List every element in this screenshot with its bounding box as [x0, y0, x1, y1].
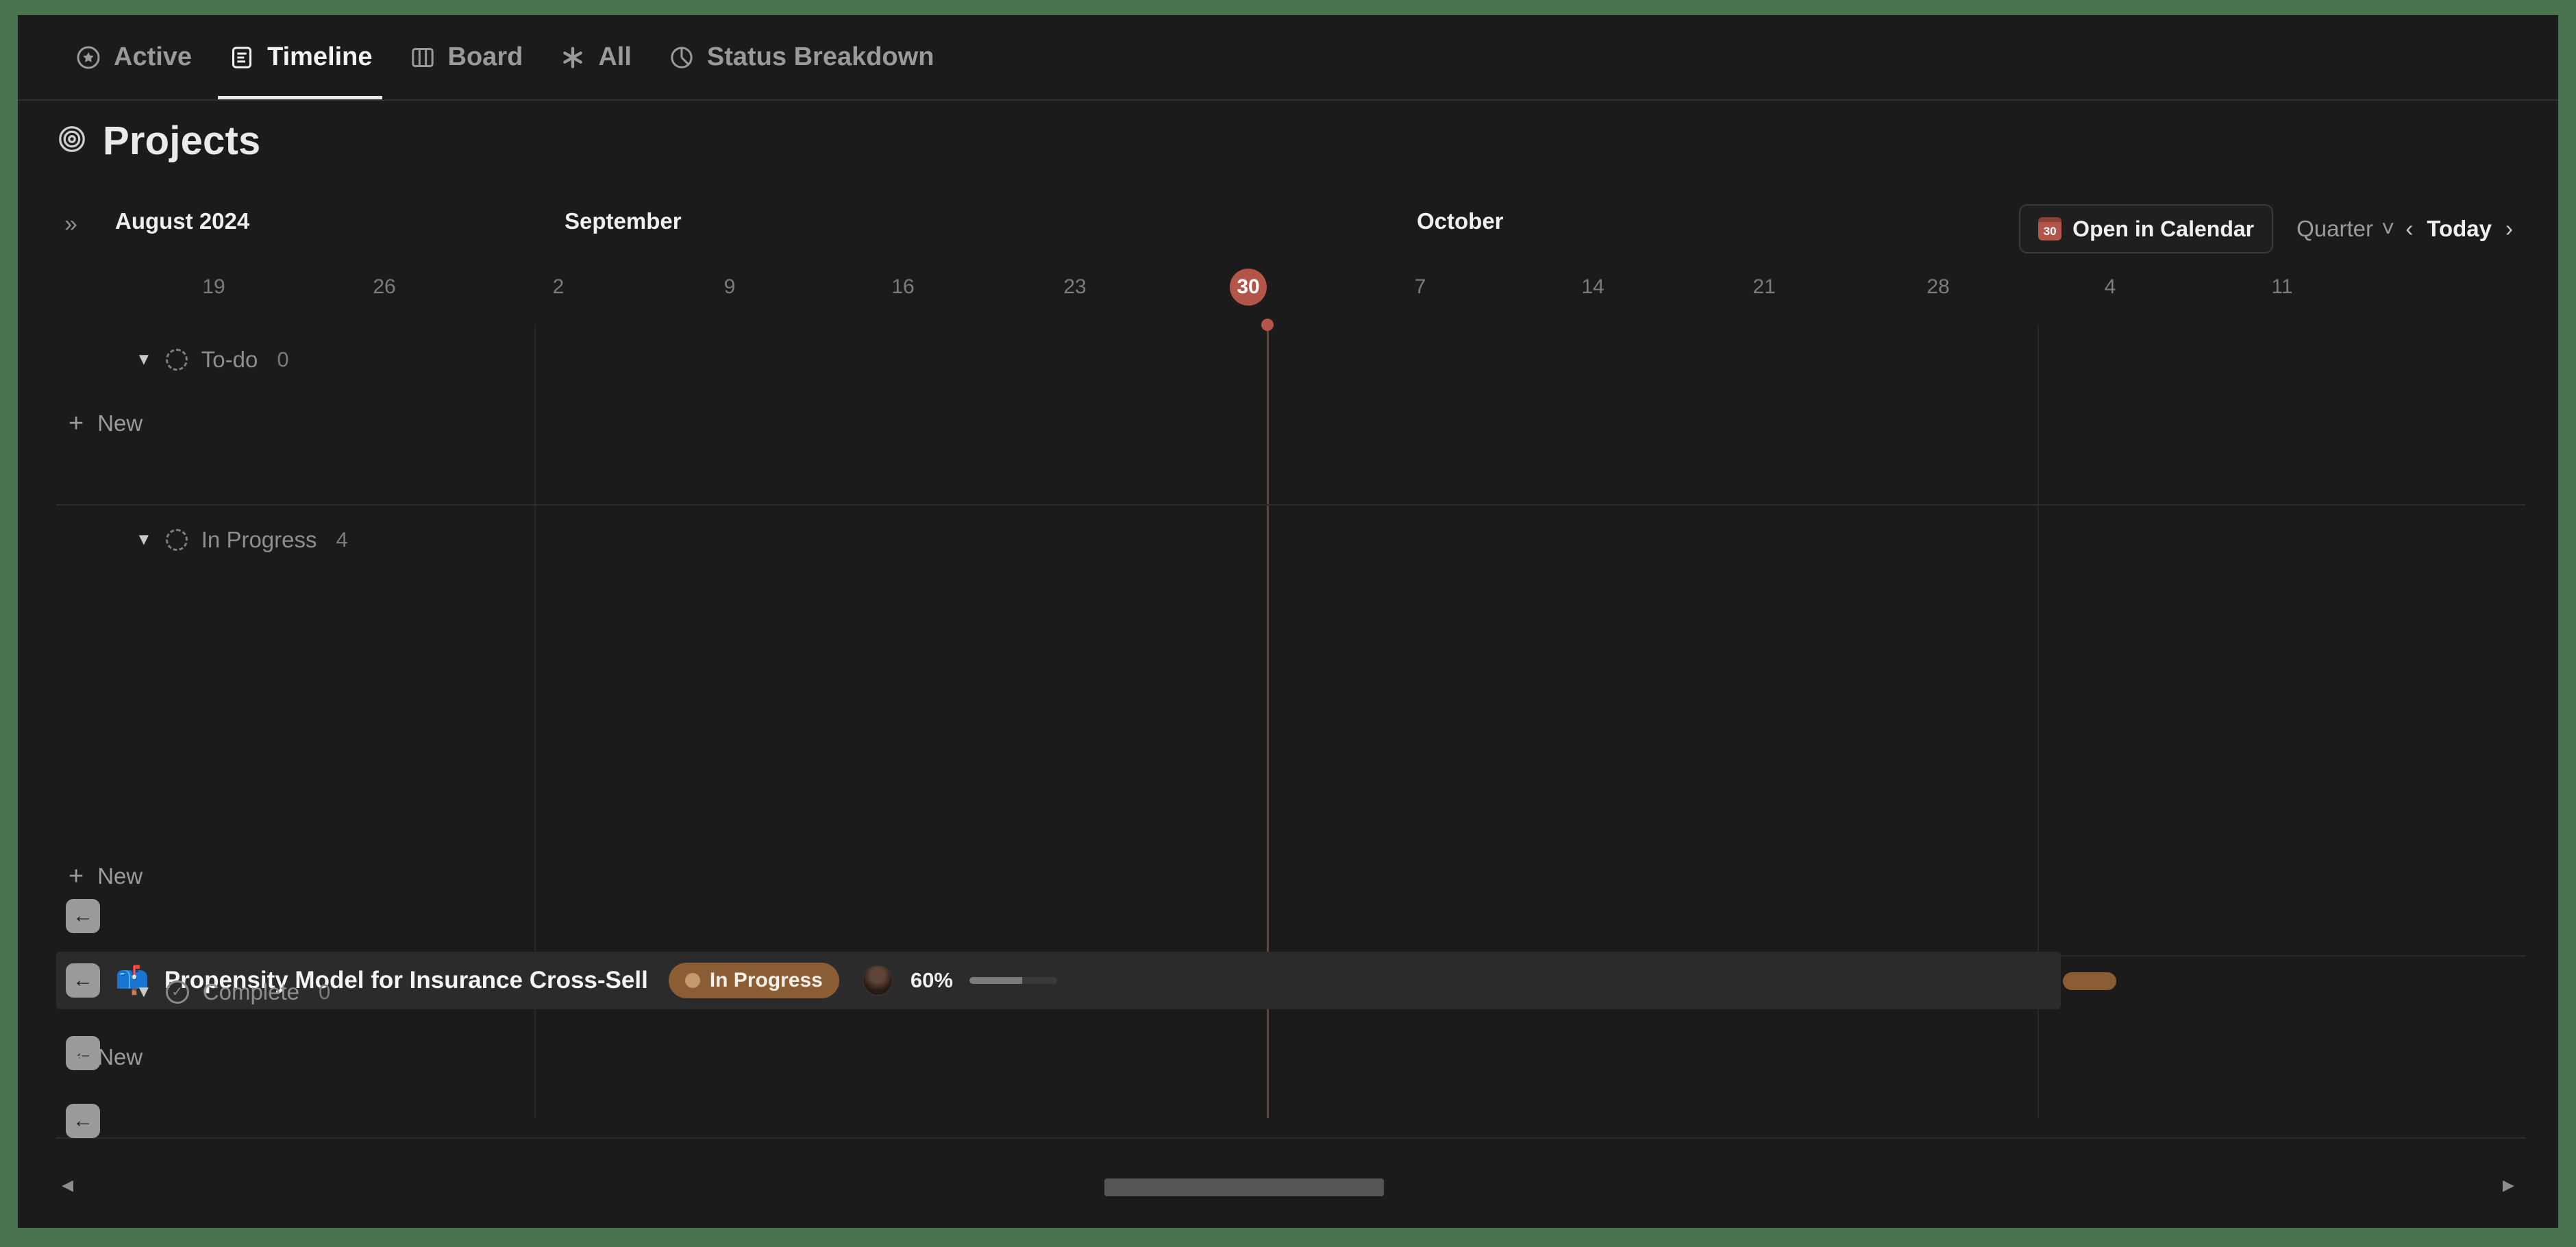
progress-label: 60% [910, 968, 953, 992]
date-tick-11: 11 [2271, 275, 2293, 298]
avatar[interactable] [862, 965, 893, 996]
month-label-october: October [1417, 208, 1504, 234]
progress-bar-fill [969, 977, 1022, 984]
timeline-header: » August 2024 September October 30 Open … [18, 204, 2558, 263]
board-columns-icon [408, 43, 437, 72]
tab-board[interactable]: Board [391, 15, 541, 99]
plus-icon: + [69, 1043, 84, 1072]
tab-label-timeline: Timeline [267, 42, 373, 71]
group-count-inprogress: 4 [336, 528, 348, 552]
tab-label-board: Board [447, 42, 523, 71]
timeline-list-icon [227, 43, 256, 72]
status-dot-icon [684, 973, 700, 988]
group-header-inprogress[interactable]: ▼ In Progress 4 [136, 527, 348, 553]
expand-chevrons-icon[interactable]: » [64, 212, 77, 236]
month-label-august: August 2024 [115, 208, 250, 234]
date-tick-4: 4 [2104, 275, 2116, 298]
group-label-complete: Complete [202, 979, 299, 1004]
pie-chart-icon [667, 43, 696, 72]
range-selector-label: Quarter [2296, 216, 2373, 241]
previous-period-button[interactable]: ‹ [2394, 216, 2424, 242]
collapse-row-chip[interactable]: ← [66, 963, 100, 998]
page-title: Projects [56, 118, 261, 164]
tab-all[interactable]: All [541, 15, 649, 99]
range-selector[interactable]: Quarter ˅ [2296, 216, 2394, 242]
tab-label-status-breakdown: Status Breakdown [706, 42, 934, 71]
asterisk-icon [558, 43, 587, 72]
collapse-caret-icon[interactable]: ▼ [136, 350, 152, 369]
status-badge-label: In Progress [709, 969, 823, 991]
horizontal-scrollbar[interactable]: ◂ ▸ [18, 1168, 2558, 1209]
today-dot [1261, 319, 1274, 331]
tab-timeline[interactable]: Timeline [210, 15, 390, 99]
timeline-controls: 30 Open in Calendar Quarter ˅ ‹ Today › [2019, 204, 2524, 254]
table-row[interactable]: ← 📫 Propensity Model for Insurance Cross… [56, 952, 2061, 1009]
group-label-todo: To-do [201, 347, 258, 372]
new-label-complete: New [97, 1044, 143, 1070]
progress-bar [969, 977, 1057, 984]
target-icon [56, 123, 88, 158]
open-in-calendar-button[interactable]: 30 Open in Calendar [2019, 204, 2274, 254]
new-label-inprogress: New [97, 863, 143, 889]
new-item-todo[interactable]: + New [69, 410, 143, 436]
calendar-icon: 30 [2038, 217, 2062, 240]
view-tabs: Active Timeline Board All Status Breakdo… [18, 15, 2558, 101]
collapse-row-chip[interactable]: ← [66, 1104, 100, 1138]
tab-label-all: All [598, 42, 632, 71]
dashed-circle-icon [165, 349, 188, 371]
date-tick-30-today: 30 [1230, 269, 1267, 306]
date-tick-9: 9 [723, 275, 736, 298]
date-tick-28: 28 [1927, 275, 1950, 298]
group-header-complete[interactable]: ▼ ✓ Complete 0 [136, 979, 330, 1005]
date-tick-7: 7 [1414, 275, 1426, 298]
new-label-todo: New [97, 410, 143, 436]
timeline-grid: ▼ To-do 0 + New ▼ In Progress 4 ← ← 📫 Pr… [18, 319, 2558, 1161]
group-count-todo: 0 [277, 347, 289, 371]
collapse-caret-icon[interactable]: ▼ [136, 983, 152, 1002]
group-count-complete: 0 [319, 980, 331, 1004]
scrollbar-thumb[interactable] [1104, 1178, 1384, 1196]
today-button[interactable]: Today [2424, 216, 2494, 242]
arrow-left-icon: ← [73, 969, 93, 991]
group-header-todo[interactable]: ▼ To-do 0 [136, 347, 289, 373]
date-tick-14: 14 [1581, 275, 1605, 298]
arrow-left-icon: ← [73, 904, 93, 927]
collapse-caret-icon[interactable]: ▼ [136, 530, 152, 550]
tab-label-active: Active [114, 42, 193, 71]
new-item-inprogress[interactable]: + New [69, 863, 143, 889]
dashed-circle-icon [165, 529, 188, 551]
tab-active[interactable]: Active [56, 15, 210, 99]
check-circle-icon: ✓ [165, 980, 189, 1004]
group-label-inprogress: In Progress [201, 527, 317, 552]
date-tick-26: 26 [373, 275, 396, 298]
timeline-bar[interactable] [2063, 972, 2116, 990]
plus-icon: + [69, 409, 84, 438]
status-badge[interactable]: In Progress [668, 963, 839, 998]
page-title-text: Projects [103, 119, 261, 163]
projects-timeline-app: Active Timeline Board All Status Breakdo… [18, 15, 2558, 1228]
chevron-down-icon: ˅ [2381, 216, 2395, 241]
project-row-wrapper: ← 📫 Propensity Model for Insurance Cross… [18, 952, 2558, 1009]
collapse-row-chip[interactable]: ← [66, 899, 100, 933]
plus-icon: + [69, 862, 84, 891]
month-label-september: September [565, 208, 682, 234]
date-tick-row: 19 26 2 9 16 23 30 7 14 21 28 4 11 [18, 269, 2558, 317]
date-tick-2: 2 [552, 275, 565, 298]
date-tick-19: 19 [202, 275, 225, 298]
date-tick-16: 16 [891, 275, 915, 298]
date-tick-23: 23 [1063, 275, 1087, 298]
date-tick-21: 21 [1753, 275, 1776, 298]
group-separator-complete [56, 1137, 2525, 1139]
next-period-button[interactable]: › [2494, 216, 2524, 242]
open-in-calendar-label: Open in Calendar [2072, 216, 2255, 241]
new-item-complete[interactable]: + New [69, 1044, 143, 1070]
arrow-left-icon: ← [73, 1109, 93, 1132]
group-separator-todo [56, 504, 2525, 506]
star-circle-icon [74, 43, 103, 72]
tab-status-breakdown[interactable]: Status Breakdown [649, 15, 952, 99]
